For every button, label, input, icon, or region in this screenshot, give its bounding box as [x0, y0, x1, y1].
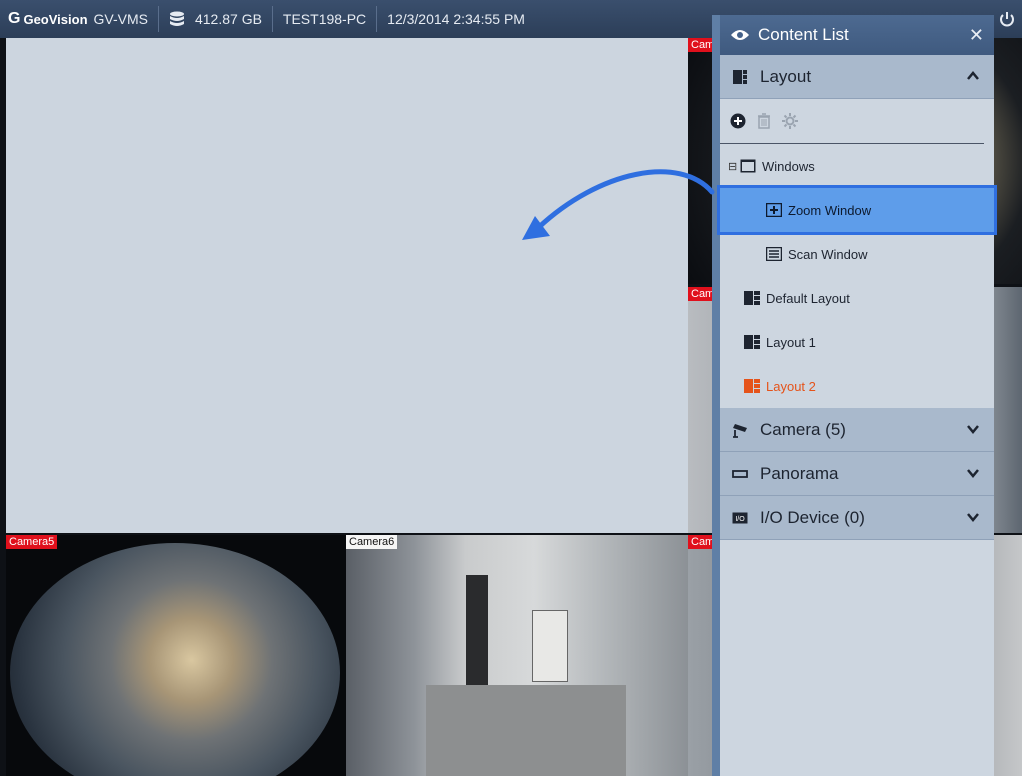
section-io-device[interactable]: I/O I/O Device (0) [720, 496, 994, 540]
tree-label: Windows [762, 158, 815, 174]
content-list-panel: Content List ✕ Layout ⊟ Windows Zoom Win… [712, 15, 997, 776]
io-device-icon: I/O [732, 512, 748, 523]
layout-icon [733, 69, 747, 84]
section-panorama[interactable]: Panorama [720, 452, 994, 496]
storage-value: 412.87 GB [194, 11, 262, 27]
tree-label: Scan Window [788, 246, 868, 262]
camera-label: Camera6 [346, 535, 398, 549]
toolbar-divider [376, 6, 378, 32]
section-label: I/O Device (0) [760, 507, 865, 527]
tree-label: Default Layout [766, 290, 850, 306]
eye-icon [731, 30, 749, 40]
chevron-down-icon[interactable] [966, 422, 980, 436]
main-view-pane[interactable] [6, 38, 688, 533]
close-icon[interactable]: ✕ [969, 25, 984, 46]
corridor-door [466, 575, 488, 685]
panel-header: Content List ✕ [720, 15, 994, 55]
tree-label: Layout 1 [766, 334, 816, 350]
tree-item-layout-2[interactable]: Layout 2 [720, 364, 994, 408]
power-icon[interactable] [998, 10, 1016, 28]
camera-icon [733, 423, 747, 438]
fisheye-image [10, 543, 340, 776]
geovision-logo: G GeoVision [8, 10, 88, 27]
layout-icon [744, 335, 760, 349]
add-icon[interactable] [730, 113, 746, 129]
database-icon [169, 11, 184, 26]
window-icon [740, 159, 756, 173]
zoom-window-icon [766, 203, 782, 217]
chevron-up-icon[interactable] [966, 69, 980, 83]
delete-icon[interactable] [756, 113, 772, 129]
svg-text:I/O: I/O [735, 516, 745, 523]
chevron-down-icon[interactable] [966, 466, 980, 480]
section-camera[interactable]: Camera (5) [720, 408, 994, 452]
panel-title: Content List [758, 25, 849, 44]
layout-toolbar [720, 99, 984, 144]
layout-icon [744, 291, 760, 305]
tree-item-default-layout[interactable]: Default Layout [720, 276, 994, 320]
panorama-icon [732, 469, 748, 478]
tree-item-layout-1[interactable]: Layout 1 [720, 320, 994, 364]
settings-icon[interactable] [782, 113, 798, 129]
brand: G GeoVision GV-VMS [0, 0, 148, 38]
camera-tile-camera6[interactable]: Camera6 [346, 535, 688, 776]
datetime: 12/3/2014 2:34:55 PM [387, 11, 525, 27]
tree-item-windows[interactable]: ⊟ Windows [720, 144, 994, 188]
collapse-icon[interactable]: ⊟ [728, 160, 740, 173]
tree-label: Zoom Window [788, 202, 872, 218]
chevron-down-icon[interactable] [966, 510, 980, 524]
corridor-printer [532, 610, 568, 682]
tree-item-zoom-window[interactable]: Zoom Window [717, 185, 997, 235]
camera-label: Camera5 [6, 535, 58, 549]
toolbar-divider [271, 6, 273, 32]
camera-tile-camera5[interactable]: Camera5 [6, 535, 346, 776]
layout-icon [744, 379, 760, 393]
app-name: GV-VMS [93, 11, 148, 27]
section-label: Camera (5) [760, 419, 846, 439]
tree-item-scan-window[interactable]: Scan Window [720, 232, 994, 276]
section-layout[interactable]: Layout [720, 55, 994, 99]
pc-name: TEST198-PC [282, 11, 367, 27]
section-label: Panorama [760, 463, 839, 483]
section-label: Layout [760, 66, 812, 86]
storage-indicator: 412.87 GB [169, 0, 262, 38]
corridor-floor [426, 685, 626, 776]
toolbar-divider [157, 6, 159, 32]
scan-window-icon [766, 247, 782, 261]
tree-label: Layout 2 [766, 378, 816, 394]
